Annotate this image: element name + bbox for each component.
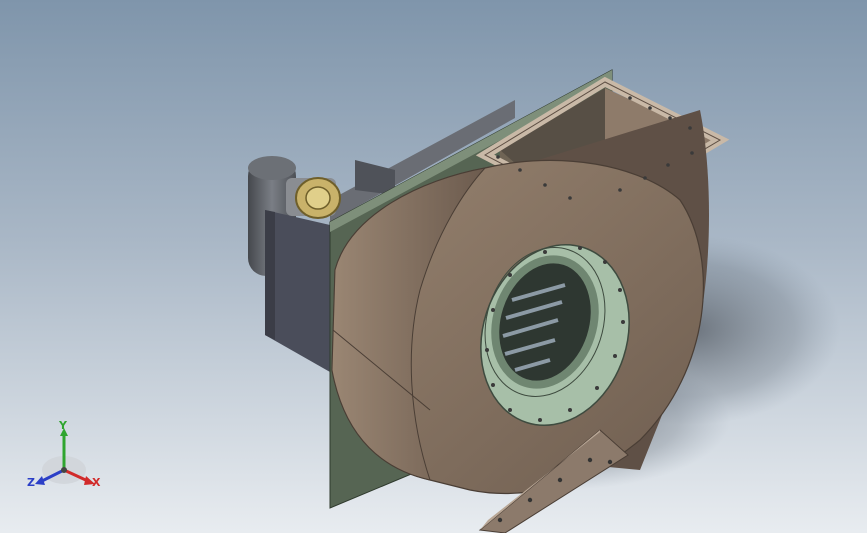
y-axis-label: Y: [59, 419, 67, 432]
motor-bracket-edge: [265, 210, 275, 340]
z-axis-label: Z: [27, 476, 35, 489]
view-triad[interactable]: Y X Z: [26, 420, 106, 492]
x-axis-label: X: [92, 476, 101, 489]
graphics-viewport[interactable]: Y X Z: [0, 0, 867, 533]
fan-model[interactable]: [0, 0, 867, 533]
z-axis-arrow: [35, 476, 45, 485]
